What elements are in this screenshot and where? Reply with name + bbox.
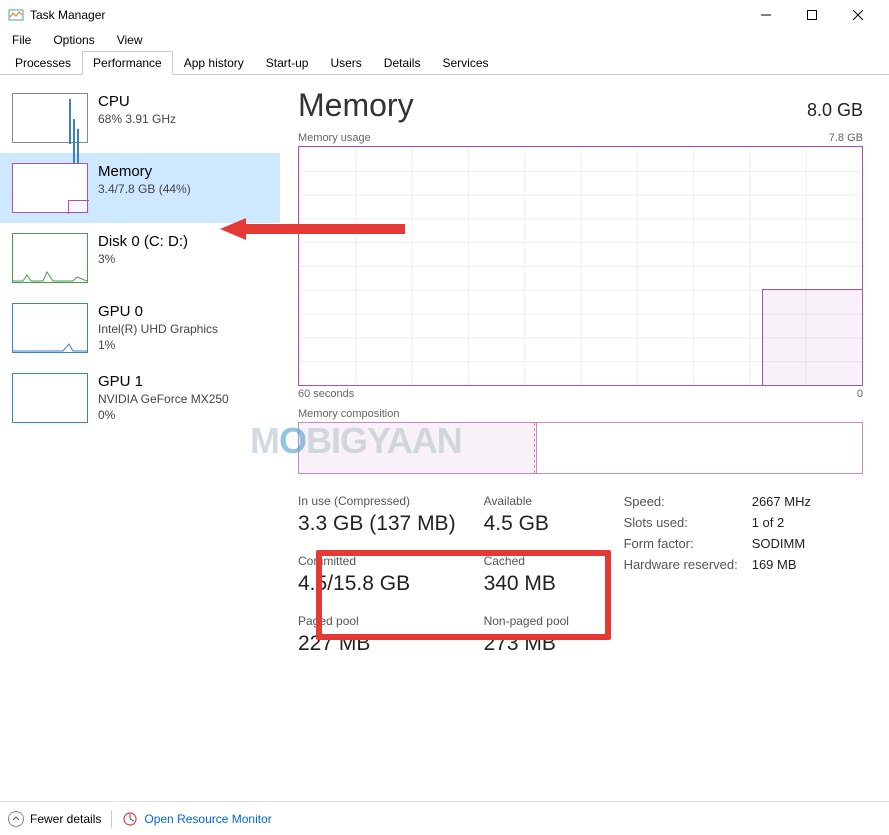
footer-divider <box>111 810 112 828</box>
tab-users[interactable]: Users <box>319 51 372 75</box>
sidebar-gpu0-name: GPU 0 <box>98 303 218 320</box>
usage-chart-max: 7.8 GB <box>829 132 863 144</box>
close-button[interactable] <box>835 0 881 30</box>
menu-view[interactable]: View <box>111 31 149 49</box>
sidebar-memory-sub: 3.4/7.8 GB (44%) <box>98 182 191 196</box>
sidebar-gpu1-name: GPU 1 <box>98 373 229 390</box>
disk-thumb-chart <box>12 233 88 283</box>
slots-value: 1 of 2 <box>752 515 811 530</box>
sidebar-disk-sub: 3% <box>98 252 188 266</box>
tab-details[interactable]: Details <box>373 51 432 75</box>
gpu0-thumb-chart <box>12 303 88 353</box>
open-resource-monitor-link[interactable]: Open Resource Monitor <box>122 811 271 827</box>
menu-options[interactable]: Options <box>47 31 100 49</box>
watermark: MOBIGYAAN <box>250 420 462 462</box>
stat-available-value: 4.5 GB <box>484 512 584 536</box>
memory-usage-chart[interactable] <box>298 146 863 386</box>
menubar: File Options View <box>0 30 889 50</box>
fewer-details-label: Fewer details <box>30 812 101 826</box>
sidebar-disk-name: Disk 0 (C: D:) <box>98 233 188 250</box>
open-resource-monitor-label: Open Resource Monitor <box>144 812 271 826</box>
resource-monitor-icon <box>122 811 138 827</box>
stat-committed-label: Committed <box>298 554 456 568</box>
stat-committed-value: 4.5/15.8 GB <box>298 572 456 596</box>
sidebar-gpu0-sub2: 1% <box>98 338 218 352</box>
stat-nonpaged-label: Non-paged pool <box>484 614 584 628</box>
sidebar-gpu1-sub2: 0% <box>98 408 229 422</box>
performance-sidebar: CPU 68% 3.91 GHz Memory 3.4/7.8 GB (44%)… <box>0 75 280 804</box>
stat-in-use-value: 3.3 GB (137 MB) <box>298 512 456 536</box>
tabstrip: Processes Performance App history Start-… <box>0 50 889 75</box>
sidebar-cpu-sub: 68% 3.91 GHz <box>98 112 176 126</box>
sidebar-gpu0-sub1: Intel(R) UHD Graphics <box>98 322 218 336</box>
hw-reserved-value: 169 MB <box>752 557 811 572</box>
sidebar-gpu1-sub1: NVIDIA GeForce MX250 <box>98 392 229 406</box>
tab-processes[interactable]: Processes <box>4 51 82 75</box>
menu-file[interactable]: File <box>6 31 37 49</box>
stat-paged-value: 227 MB <box>298 632 456 656</box>
slots-label: Slots used: <box>624 515 738 530</box>
minimize-button[interactable] <box>743 0 789 30</box>
stat-in-use-label: In use (Compressed) <box>298 494 456 508</box>
stat-available-label: Available <box>484 494 584 508</box>
memory-thumb-chart <box>12 163 88 213</box>
stat-cached-value: 340 MB <box>484 572 584 596</box>
sidebar-item-memory[interactable]: Memory 3.4/7.8 GB (44%) <box>0 153 280 223</box>
footer: Fewer details Open Resource Monitor <box>0 801 889 835</box>
stat-cached-label: Cached <box>484 554 584 568</box>
stat-paged-label: Paged pool <box>298 614 456 628</box>
usage-chart-label: Memory usage <box>298 132 371 144</box>
tab-app-history[interactable]: App history <box>173 51 255 75</box>
hw-reserved-label: Hardware reserved: <box>624 557 738 572</box>
cpu-thumb-chart <box>12 93 88 143</box>
annotation-arrow <box>220 218 405 240</box>
tab-startup[interactable]: Start-up <box>255 51 320 75</box>
detail-capacity: 8.0 GB <box>807 100 863 121</box>
stat-nonpaged-value: 273 MB <box>484 632 584 656</box>
axis-left: 60 seconds <box>298 388 354 400</box>
window-title: Task Manager <box>30 8 743 22</box>
detail-title: Memory <box>298 87 414 124</box>
axis-right: 0 <box>857 388 863 400</box>
sidebar-item-cpu[interactable]: CPU 68% 3.91 GHz <box>0 83 280 153</box>
chevron-up-icon <box>8 811 24 827</box>
composition-label: Memory composition <box>298 408 863 420</box>
sidebar-memory-name: Memory <box>98 163 191 180</box>
gpu1-thumb-chart <box>12 373 88 423</box>
tab-performance[interactable]: Performance <box>82 51 173 75</box>
form-value: SODIMM <box>752 536 811 551</box>
sidebar-cpu-name: CPU <box>98 93 176 110</box>
speed-label: Speed: <box>624 494 738 509</box>
speed-value: 2667 MHz <box>752 494 811 509</box>
memory-stats: In use (Compressed) 3.3 GB (137 MB) Avai… <box>298 494 863 656</box>
tab-services[interactable]: Services <box>431 51 499 75</box>
maximize-button[interactable] <box>789 0 835 30</box>
window-controls <box>743 0 881 30</box>
fewer-details-button[interactable]: Fewer details <box>8 811 101 827</box>
sidebar-item-gpu0[interactable]: GPU 0 Intel(R) UHD Graphics 1% <box>0 293 280 363</box>
sidebar-item-gpu1[interactable]: GPU 1 NVIDIA GeForce MX250 0% <box>0 363 280 433</box>
form-label: Form factor: <box>624 536 738 551</box>
task-manager-icon <box>8 7 24 23</box>
titlebar: Task Manager <box>0 0 889 30</box>
